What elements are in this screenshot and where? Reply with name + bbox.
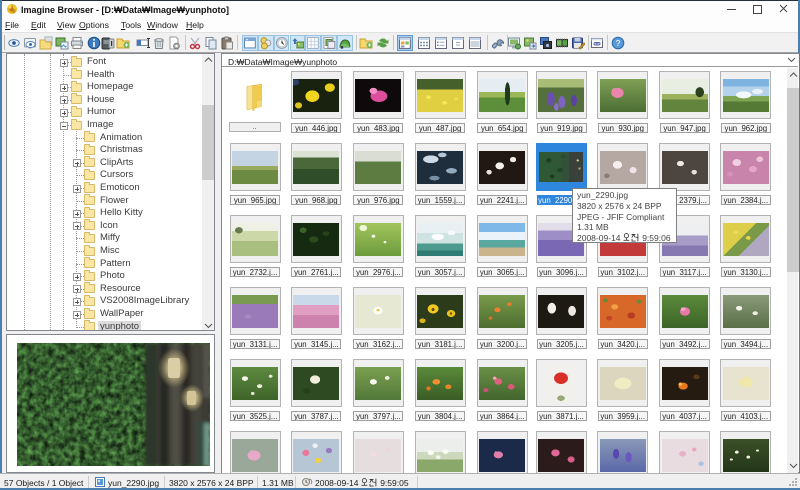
svg-text:?: ?	[616, 38, 621, 48]
